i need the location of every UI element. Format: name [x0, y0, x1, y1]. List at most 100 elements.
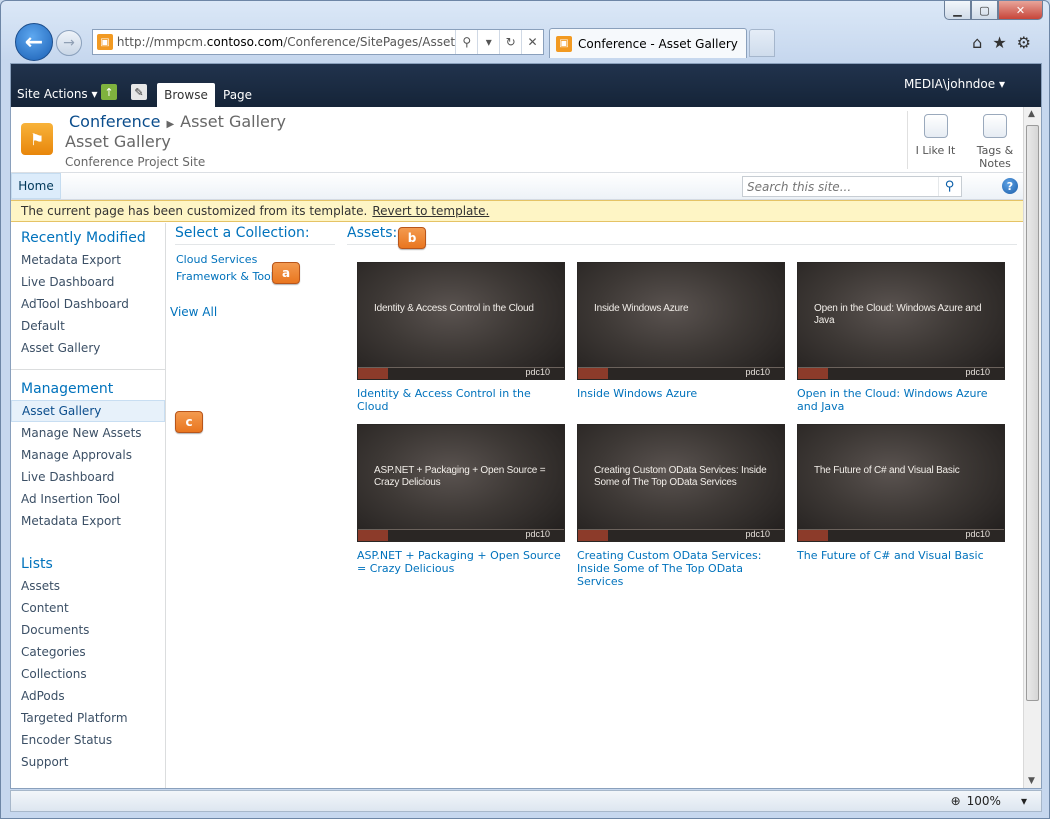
- vertical-scrollbar[interactable]: ▲ ▼: [1023, 107, 1041, 788]
- browser-tab-active[interactable]: ▣ Conference - Asset Gallery: [549, 28, 747, 58]
- collection-link-cloud-services[interactable]: Cloud Services: [175, 251, 335, 268]
- refresh-icon[interactable]: ↻: [499, 30, 521, 54]
- asset-tile[interactable]: The Future of C# and Visual Basic pdc10 T…: [797, 424, 1005, 576]
- asset-caption-link[interactable]: The Future of C# and Visual Basic: [797, 549, 1005, 562]
- forward-button[interactable]: →: [56, 30, 82, 56]
- browser-status-bar: ⊕ 100% ▾: [10, 790, 1042, 812]
- recent-item[interactable]: AdTool Dashboard: [11, 293, 165, 315]
- recent-item[interactable]: Default: [11, 315, 165, 337]
- zoom-level[interactable]: 100%: [967, 794, 1001, 808]
- address-url[interactable]: http://mmpcm.contoso.com/Conference/Site…: [117, 35, 455, 49]
- page-title: Asset Gallery: [65, 132, 171, 151]
- asset-caption-link[interactable]: Creating Custom OData Services: Inside S…: [577, 549, 785, 588]
- sidebar-item-manage-new-assets[interactable]: Manage New Assets: [11, 422, 165, 444]
- search-icon[interactable]: ⚲: [938, 177, 960, 196]
- recent-item[interactable]: Metadata Export: [11, 249, 165, 271]
- asset-thumbnail[interactable]: Identity & Access Control in the Cloud pd…: [357, 262, 565, 380]
- management-heading[interactable]: Management: [11, 378, 165, 400]
- asset-tile[interactable]: Creating Custom OData Services: Inside S…: [577, 424, 785, 588]
- recently-modified-heading[interactable]: Recently Modified: [11, 227, 165, 249]
- minimize-button[interactable]: ▁: [944, 1, 971, 20]
- list-item[interactable]: Documents: [11, 619, 165, 641]
- pdc-logo: pdc10: [745, 529, 770, 539]
- zoom-icon[interactable]: ⊕: [951, 794, 961, 808]
- thumbnail-title: Open in the Cloud: Windows Azure and Jav…: [814, 303, 982, 326]
- lists-heading[interactable]: Lists: [11, 553, 165, 575]
- edit-page-icon[interactable]: ✎: [131, 84, 147, 100]
- navigate-up-icon[interactable]: ↑: [101, 84, 117, 100]
- address-dropdown-icon[interactable]: ▾: [477, 30, 499, 54]
- asset-thumbnail[interactable]: Open in the Cloud: Windows Azure and Jav…: [797, 262, 1005, 380]
- address-bar[interactable]: ▣ http://mmpcm.contoso.com/Conference/Si…: [92, 29, 544, 55]
- callout-a: a: [272, 262, 300, 284]
- favorites-star-icon[interactable]: ★: [992, 33, 1006, 52]
- stop-icon[interactable]: ✕: [521, 30, 543, 54]
- user-menu[interactable]: MEDIA\johndoe ▾: [904, 77, 1005, 91]
- list-item[interactable]: Categories: [11, 641, 165, 663]
- asset-tile[interactable]: Open in the Cloud: Windows Azure and Jav…: [797, 262, 1005, 414]
- asset-caption-link[interactable]: Open in the Cloud: Windows Azure and Jav…: [797, 387, 1005, 413]
- recent-item[interactable]: Asset Gallery: [11, 337, 165, 359]
- sidebar-item-ad-insertion-tool[interactable]: Ad Insertion Tool: [11, 488, 165, 510]
- new-tab-button[interactable]: [749, 29, 775, 57]
- maximize-button[interactable]: ▢: [971, 1, 998, 20]
- site-actions-menu[interactable]: Site Actions ▾: [17, 87, 98, 101]
- collection-link-framework-tools[interactable]: Framework & Tools: [175, 268, 335, 285]
- asset-thumbnail[interactable]: The Future of C# and Visual Basic pdc10: [797, 424, 1005, 542]
- browser-toolbar-icons: ⌂ ★ ⚙: [972, 33, 1031, 52]
- forward-arrow-icon: →: [63, 35, 75, 51]
- close-window-button[interactable]: ✕: [998, 1, 1043, 20]
- scroll-up-icon[interactable]: ▲: [1028, 109, 1035, 119]
- search-input[interactable]: [743, 177, 938, 196]
- assets-heading: Assets:: [347, 223, 1017, 245]
- tools-gear-icon[interactable]: ⚙: [1017, 33, 1031, 52]
- asset-caption-link[interactable]: Identity & Access Control in the Cloud: [357, 387, 565, 413]
- tab-page[interactable]: Page: [223, 88, 252, 102]
- notes-label: Notes: [979, 157, 1011, 170]
- list-item[interactable]: Collections: [11, 663, 165, 685]
- i-like-it-button[interactable]: I Like It: [907, 111, 963, 169]
- breadcrumb-root[interactable]: Conference: [69, 112, 160, 131]
- back-button[interactable]: ←: [15, 23, 53, 61]
- asset-tile[interactable]: ASP.NET + Packaging + Open Source = Craz…: [357, 424, 565, 576]
- scrollbar-thumb[interactable]: [1026, 125, 1039, 701]
- sidebar-item-metadata-export[interactable]: Metadata Export: [11, 510, 165, 532]
- title-area: ⚑ Conference ▶ Asset Gallery Asset Gallery…: [11, 107, 1041, 173]
- like-label: I Like It: [915, 144, 956, 157]
- asset-thumbnail[interactable]: Inside Windows Azure pdc10: [577, 262, 785, 380]
- thumbnail-title: ASP.NET + Packaging + Open Source = Craz…: [374, 465, 546, 488]
- asset-thumbnail[interactable]: Creating Custom OData Services: Inside S…: [577, 424, 785, 542]
- sidebar-item-live-dashboard[interactable]: Live Dashboard: [11, 466, 165, 488]
- assets-panel: Assets: Identity & Access Control in the…: [347, 223, 1017, 588]
- list-item[interactable]: Assets: [11, 575, 165, 597]
- scroll-down-icon[interactable]: ▼: [1028, 776, 1035, 786]
- home-icon[interactable]: ⌂: [972, 33, 982, 52]
- tags-notes-button[interactable]: Tags & Notes: [967, 111, 1023, 170]
- revert-to-template-link[interactable]: Revert to template.: [372, 204, 489, 218]
- sidebar-item-manage-approvals[interactable]: Manage Approvals: [11, 444, 165, 466]
- address-search-icon[interactable]: ⚲: [455, 30, 477, 54]
- customization-status-bar: The current page has been customized fro…: [11, 200, 1041, 222]
- recent-item[interactable]: Live Dashboard: [11, 271, 165, 293]
- asset-tile[interactable]: Identity & Access Control in the Cloud pd…: [357, 262, 565, 414]
- view-all-link[interactable]: View All: [170, 305, 335, 319]
- nav-home[interactable]: Home: [11, 173, 61, 199]
- list-item[interactable]: Targeted Platform: [11, 707, 165, 729]
- asset-caption-link[interactable]: ASP.NET + Packaging + Open Source = Craz…: [357, 549, 565, 575]
- list-item[interactable]: Encoder Status: [11, 729, 165, 751]
- quick-launch: Recently Modified Metadata Export Live D…: [11, 223, 166, 788]
- callout-c: c: [175, 411, 203, 433]
- list-item[interactable]: Support: [11, 751, 165, 773]
- help-icon[interactable]: ?: [1002, 178, 1018, 194]
- list-item[interactable]: Content: [11, 597, 165, 619]
- asset-tile[interactable]: Inside Windows Azure pdc10 Inside Windows…: [577, 262, 785, 414]
- asset-caption-link[interactable]: Inside Windows Azure: [577, 387, 785, 400]
- list-item[interactable]: AdPods: [11, 685, 165, 707]
- tab-browse[interactable]: Browse: [157, 83, 215, 107]
- pdc-logo: pdc10: [965, 529, 990, 539]
- zoom-dropdown-icon[interactable]: ▾: [1021, 794, 1027, 808]
- browser-navbar: ← → ▣ http://mmpcm.contoso.com/Conferenc…: [15, 23, 1037, 61]
- asset-thumbnail[interactable]: ASP.NET + Packaging + Open Source = Craz…: [357, 424, 565, 542]
- site-logo-icon[interactable]: ⚑: [21, 123, 53, 155]
- sidebar-item-asset-gallery[interactable]: Asset Gallery: [11, 400, 165, 422]
